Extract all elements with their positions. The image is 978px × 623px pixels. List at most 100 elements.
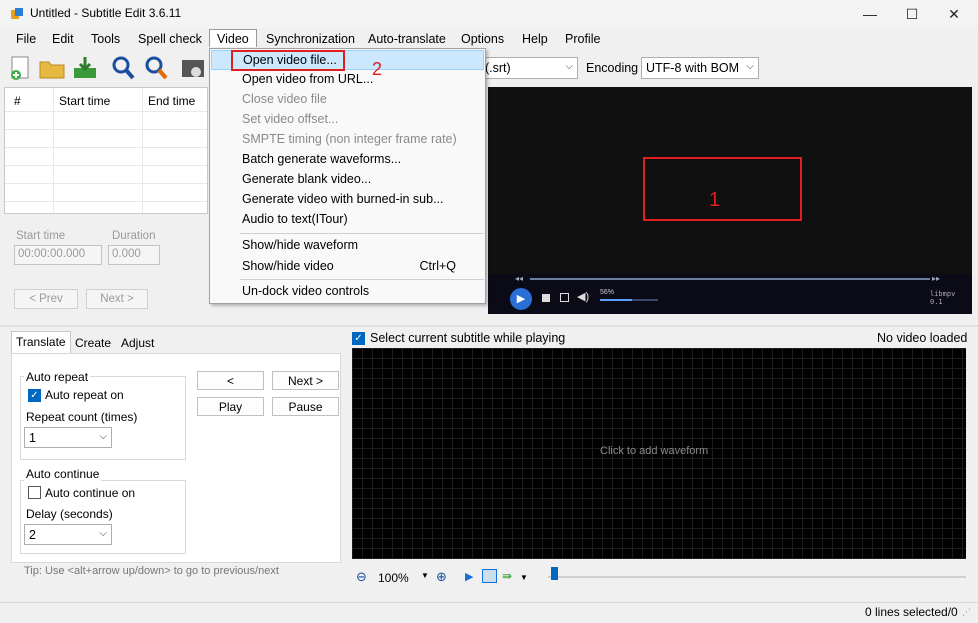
menu-audio-to-text[interactable]: Audio to text(ITour) [211, 210, 484, 230]
zoom-value[interactable]: 100% [378, 571, 409, 585]
previous-button[interactable]: < [197, 371, 264, 390]
table-row [5, 112, 207, 130]
menu-bar: File Edit Tools Spell check Video Synchr… [0, 28, 978, 50]
stop-icon[interactable] [542, 294, 550, 302]
menu-batch-generate-waveforms[interactable]: Batch generate waveforms... [211, 150, 484, 170]
waveform-position-slider[interactable] [551, 567, 558, 580]
minimize-button[interactable]: — [847, 0, 893, 28]
auto-continue-checkbox[interactable] [28, 486, 41, 499]
rewind-icon[interactable]: ◂◂ [515, 274, 523, 283]
menu-show-hide-waveform[interactable]: Show/hide waveform [211, 236, 484, 256]
chevron-down-icon: ⌵ [746, 61, 754, 72]
window-title: Untitled - Subtitle Edit 3.6.11 [30, 6, 182, 20]
tab-translate[interactable]: Translate [11, 331, 71, 354]
menu-separator [240, 279, 484, 280]
column-number[interactable]: # [14, 94, 21, 108]
chevron-down-icon: ⌵ [99, 431, 107, 442]
format-value: (.srt) [485, 61, 511, 75]
waveform-position-track[interactable] [548, 576, 966, 578]
menu-generate-video-burned-in[interactable]: Generate video with burned-in sub... [211, 190, 484, 210]
next-button[interactable]: Next > [272, 371, 339, 390]
delay-dropdown[interactable]: 2 ⌵ [24, 524, 112, 545]
duration-field[interactable]: 0.000 [108, 245, 160, 265]
table-row [5, 148, 207, 166]
split-view-icon[interactable] [482, 569, 497, 583]
video-controls: ◂◂ ▸▸ ▶ ◀) 56% libmpv 0.1 [488, 274, 972, 314]
repeat-count-value: 1 [29, 431, 36, 445]
prev-subtitle-button[interactable]: < Prev [14, 289, 78, 309]
tip-text: Tip: Use <alt+arrow up/down> to go to pr… [24, 565, 279, 577]
resize-grip-icon[interactable]: ⋰ [962, 607, 971, 618]
find-icon[interactable] [109, 54, 137, 82]
video-seek-bar[interactable] [530, 278, 930, 280]
waveform-panel[interactable]: Click to add waveform [352, 348, 966, 559]
volume-icon[interactable]: ◀) [577, 290, 589, 303]
chevron-down-icon[interactable]: ▼ [520, 573, 528, 582]
splitter[interactable] [0, 325, 978, 327]
tab-create[interactable]: Create [71, 333, 115, 354]
format-dropdown[interactable]: (.srt) ⌵ [480, 57, 578, 79]
select-current-label: Select current subtitle while playing [370, 331, 566, 345]
select-current-checkbox[interactable]: ✓ [352, 332, 365, 345]
fast-forward-icon[interactable]: ▸▸ [932, 274, 940, 283]
play-icon[interactable]: ▶ [510, 288, 532, 310]
fullscreen-icon[interactable] [560, 293, 569, 302]
menu-tools[interactable]: Tools [84, 31, 127, 49]
table-row [5, 184, 207, 202]
zoom-out-icon[interactable]: ⊖ [356, 569, 367, 585]
menu-video[interactable]: Video [209, 29, 257, 47]
menu-open-video-from-url[interactable]: Open video from URL... [211, 70, 484, 90]
encoding-value: UTF-8 with BOM [646, 61, 740, 75]
replace-icon[interactable] [142, 54, 170, 82]
translate-tab-content: Auto repeat ✓ Auto repeat on Repeat coun… [11, 353, 341, 563]
menu-undock-video-controls[interactable]: Un-dock video controls [211, 282, 484, 302]
menu-edit[interactable]: Edit [45, 31, 81, 49]
menu-profile[interactable]: Profile [558, 31, 607, 49]
menu-help[interactable]: Help [515, 31, 555, 49]
play-waveform-icon[interactable]: ▶ [465, 570, 473, 583]
title-bar: Untitled - Subtitle Edit 3.6.11 — ☐ ✕ [0, 0, 978, 28]
auto-repeat-checkbox[interactable]: ✓ [28, 389, 41, 402]
chevron-down-icon: ⌵ [565, 61, 573, 72]
table-row [5, 166, 207, 184]
video-tools-icon[interactable] [179, 54, 207, 82]
arrows-icon[interactable]: ⇛ [502, 569, 512, 583]
column-end-time[interactable]: End time [148, 94, 195, 108]
chevron-down-icon: ⌵ [99, 528, 107, 539]
menu-options[interactable]: Options [454, 31, 511, 49]
tab-adjust[interactable]: Adjust [117, 333, 158, 354]
zoom-in-icon[interactable]: ⊕ [436, 569, 447, 585]
menu-generate-blank-video[interactable]: Generate blank video... [211, 170, 484, 190]
close-button[interactable]: ✕ [931, 0, 977, 28]
repeat-count-label: Repeat count (times) [26, 410, 138, 424]
annotation-marker-1: 1 [709, 189, 721, 211]
open-folder-icon[interactable] [38, 54, 66, 82]
menu-synchronization[interactable]: Synchronization [259, 31, 362, 49]
play-button[interactable]: Play [197, 397, 264, 416]
menu-spell-check[interactable]: Spell check [131, 31, 209, 49]
zoom-dropdown-arrow-icon[interactable]: ▼ [421, 571, 429, 580]
click-to-add-waveform[interactable]: Click to add waveform [600, 445, 708, 457]
duration-label: Duration [112, 230, 156, 242]
subtitle-list[interactable]: # Start time End time [4, 87, 208, 214]
repeat-count-dropdown[interactable]: 1 ⌵ [24, 427, 112, 448]
encoding-dropdown[interactable]: UTF-8 with BOM ⌵ [641, 57, 759, 79]
next-subtitle-button[interactable]: Next > [86, 289, 148, 309]
auto-repeat-on-label: Auto repeat on [45, 388, 124, 402]
menu-show-hide-video[interactable]: Show/hide video Ctrl+Q [211, 257, 484, 277]
menu-file[interactable]: File [9, 31, 43, 49]
menu-auto-translate[interactable]: Auto-translate [361, 31, 453, 49]
menu-set-video-offset[interactable]: Set video offset... [211, 110, 484, 130]
menu-smpte-timing[interactable]: SMPTE timing (non integer frame rate) [211, 130, 484, 150]
start-time-field[interactable]: 00:00:00.000 [14, 245, 102, 265]
volume-slider[interactable] [600, 299, 658, 301]
new-file-icon[interactable] [7, 54, 35, 82]
maximize-button[interactable]: ☐ [889, 0, 935, 28]
grid-line [53, 88, 54, 213]
pause-button[interactable]: Pause [272, 397, 339, 416]
subtitle-list-header: # Start time End time [5, 88, 207, 112]
menu-close-video-file[interactable]: Close video file [211, 90, 484, 110]
save-icon[interactable] [71, 54, 99, 82]
column-start-time[interactable]: Start time [59, 94, 110, 108]
grid-line [142, 88, 143, 213]
